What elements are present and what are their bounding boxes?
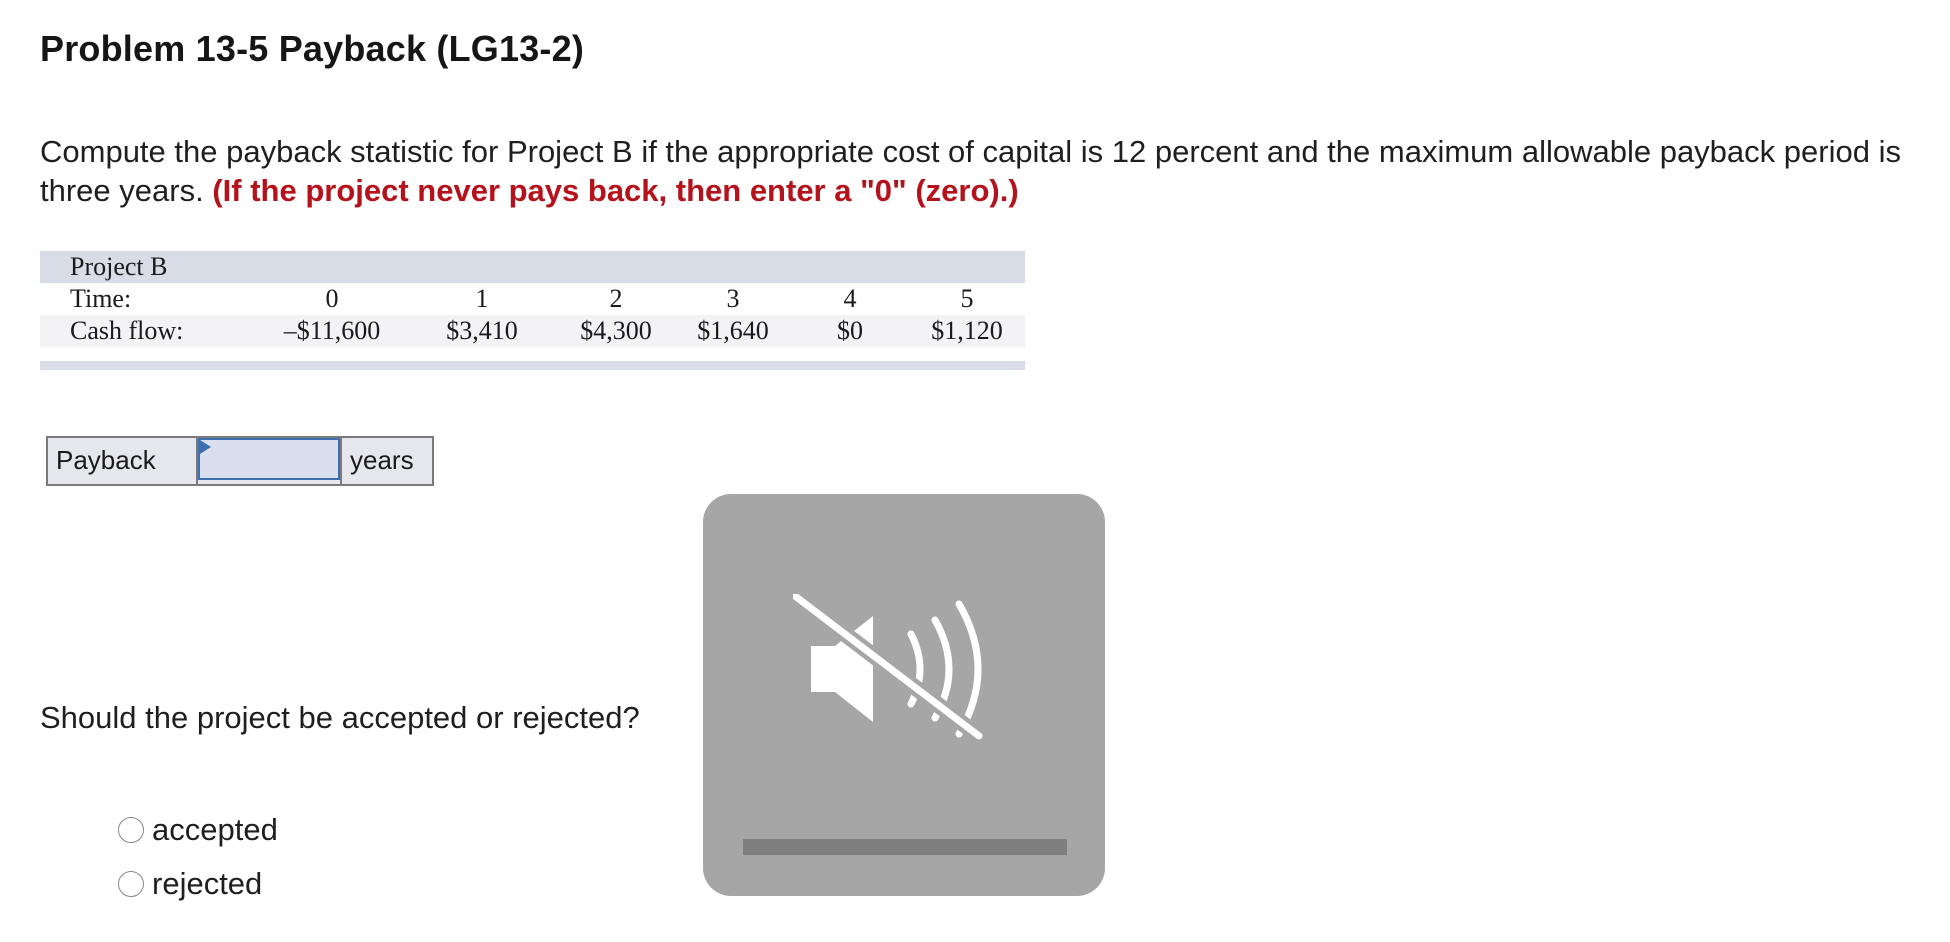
cashflow-0: –$11,600 <box>283 316 381 345</box>
table-header-band <box>40 251 1025 283</box>
speaker-muted-icon <box>793 594 987 744</box>
problem-title: Problem 13-5 Payback (LG13-2) <box>40 28 585 69</box>
muted-media-overlay[interactable] <box>703 494 1105 896</box>
project-label: Project B <box>70 252 168 281</box>
question-text: Compute the payback statistic for Projec… <box>40 132 1940 210</box>
payback-input-wrapper <box>198 438 340 484</box>
payback-answer-row: Payback years <box>46 436 434 486</box>
option-accepted[interactable]: accepted <box>118 812 278 848</box>
accepted-radio[interactable] <box>118 817 144 843</box>
cashflow-label: Cash flow: <box>70 316 184 345</box>
rejected-label[interactable]: rejected <box>152 866 262 902</box>
payback-unit: years <box>340 438 432 484</box>
media-progress-bar[interactable] <box>743 839 1067 855</box>
time-1: 1 <box>475 284 489 313</box>
question-note: (If the project never pays back, then en… <box>212 173 1019 208</box>
time-5: 5 <box>960 284 974 313</box>
decision-question: Should the project be accepted or reject… <box>40 700 640 735</box>
table-bottom-band <box>40 361 1025 370</box>
time-0: 0 <box>325 284 339 313</box>
option-rejected[interactable]: rejected <box>118 866 262 902</box>
payback-label: Payback <box>48 438 198 484</box>
time-label: Time: <box>70 284 132 313</box>
input-flag-icon <box>200 440 211 454</box>
accepted-label[interactable]: accepted <box>152 812 278 848</box>
rejected-radio[interactable] <box>118 871 144 897</box>
cashflow-1: $3,410 <box>446 316 518 345</box>
payback-input[interactable] <box>198 438 340 480</box>
cashflow-5: $1,120 <box>931 316 1003 345</box>
project-b-table: Project B Time: 0 1 2 3 4 5 Cash flow: –… <box>40 251 1025 371</box>
